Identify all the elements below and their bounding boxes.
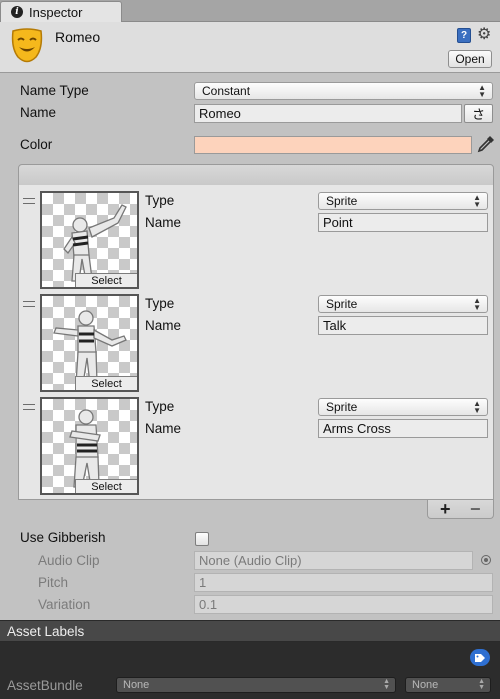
sprite-type-dropdown[interactable]: Sprite ▲ ▼: [318, 192, 488, 210]
name-type-label: Name Type: [20, 83, 89, 98]
sprite-name-label: Name: [145, 421, 182, 436]
dropdown-arrows-icon: ▲ ▼: [473, 399, 481, 415]
audio-clip-field[interactable]: None (Audio Clip): [194, 551, 473, 570]
eyedropper-icon[interactable]: [476, 134, 496, 154]
pitch-label: Pitch: [38, 575, 69, 590]
inspector-header: Romeo ? ⚙ Open: [0, 22, 500, 73]
asset-labels-header[interactable]: Asset Labels: [0, 620, 500, 642]
assetbundle-variant-value: None: [412, 679, 439, 691]
gear-icon[interactable]: ⚙: [477, 24, 491, 44]
info-icon: i: [11, 6, 23, 18]
sprite-name-label: Name: [145, 215, 182, 230]
variation-field[interactable]: 0.1: [194, 595, 493, 614]
name-label: Name: [20, 105, 57, 120]
assetbundle-value: None: [123, 679, 150, 691]
drag-handle-icon[interactable]: [23, 404, 35, 410]
dropdown-arrows-icon: ▲ ▼: [473, 193, 481, 209]
sprite-thumbnail[interactable]: Select: [40, 191, 139, 289]
object-picker-icon[interactable]: [481, 555, 491, 565]
kana-button[interactable]: さ: [464, 104, 493, 123]
sprite-thumbnail[interactable]: Select: [40, 294, 139, 392]
label-tag-icon[interactable]: [470, 649, 490, 666]
sprite-thumbnail[interactable]: Select: [40, 397, 139, 495]
use-gibberish-checkbox[interactable]: [195, 532, 209, 546]
color-label: Color: [20, 137, 53, 152]
name-field[interactable]: Romeo: [194, 104, 462, 123]
sprite-list-header: [18, 164, 494, 186]
dropdown-arrows-icon: ▲ ▼: [478, 678, 485, 691]
assetbundle-variant-dropdown[interactable]: None ▲ ▼: [405, 677, 491, 693]
list-footer: + −: [427, 499, 494, 520]
select-sprite-button[interactable]: Select: [75, 273, 137, 287]
theatre-mask-icon: [11, 28, 43, 63]
help-book-icon[interactable]: ?: [457, 28, 471, 43]
color-field[interactable]: [194, 136, 472, 154]
sprite-type-dropdown[interactable]: Sprite ▲ ▼: [318, 295, 488, 313]
use-gibberish-label: Use Gibberish: [20, 530, 106, 545]
dropdown-arrows-icon: ▲ ▼: [473, 296, 481, 312]
sprite-type-value: Sprite: [326, 194, 358, 208]
sprite-type-value: Sprite: [326, 297, 358, 311]
sprite-type-label: Type: [145, 193, 175, 208]
remove-item-button[interactable]: −: [470, 499, 481, 520]
assetbundle-label: AssetBundle: [7, 678, 83, 693]
audio-clip-label: Audio Clip: [38, 553, 100, 568]
sprite-name-field[interactable]: Arms Cross: [318, 419, 488, 438]
sprite-type-label: Type: [145, 399, 175, 414]
dropdown-arrows-icon: ▲ ▼: [478, 83, 486, 99]
tab-bar: i Inspector: [0, 0, 500, 22]
select-sprite-button[interactable]: Select: [75, 376, 137, 390]
dropdown-arrows-icon: ▲ ▼: [383, 678, 390, 691]
name-type-dropdown[interactable]: Constant ▲ ▼: [194, 82, 493, 100]
sprite-name-field[interactable]: Talk: [318, 316, 488, 335]
drag-handle-icon[interactable]: [23, 198, 35, 204]
sprite-type-value: Sprite: [326, 400, 358, 414]
assetbundle-dropdown[interactable]: None ▲ ▼: [116, 677, 396, 693]
select-sprite-button[interactable]: Select: [75, 479, 137, 493]
open-button[interactable]: Open: [448, 50, 492, 68]
sprite-type-label: Type: [145, 296, 175, 311]
tab-inspector[interactable]: i Inspector: [0, 1, 122, 22]
sprite-name-label: Name: [145, 318, 182, 333]
tab-title: Inspector: [29, 4, 83, 20]
drag-handle-icon[interactable]: [23, 301, 35, 307]
sprite-name-field[interactable]: Point: [318, 213, 488, 232]
pitch-field[interactable]: 1: [194, 573, 493, 592]
sprite-type-dropdown[interactable]: Sprite ▲ ▼: [318, 398, 488, 416]
variation-label: Variation: [38, 597, 91, 612]
object-name: Romeo: [55, 29, 101, 45]
name-type-value: Constant: [202, 84, 251, 98]
add-item-button[interactable]: +: [440, 499, 451, 520]
